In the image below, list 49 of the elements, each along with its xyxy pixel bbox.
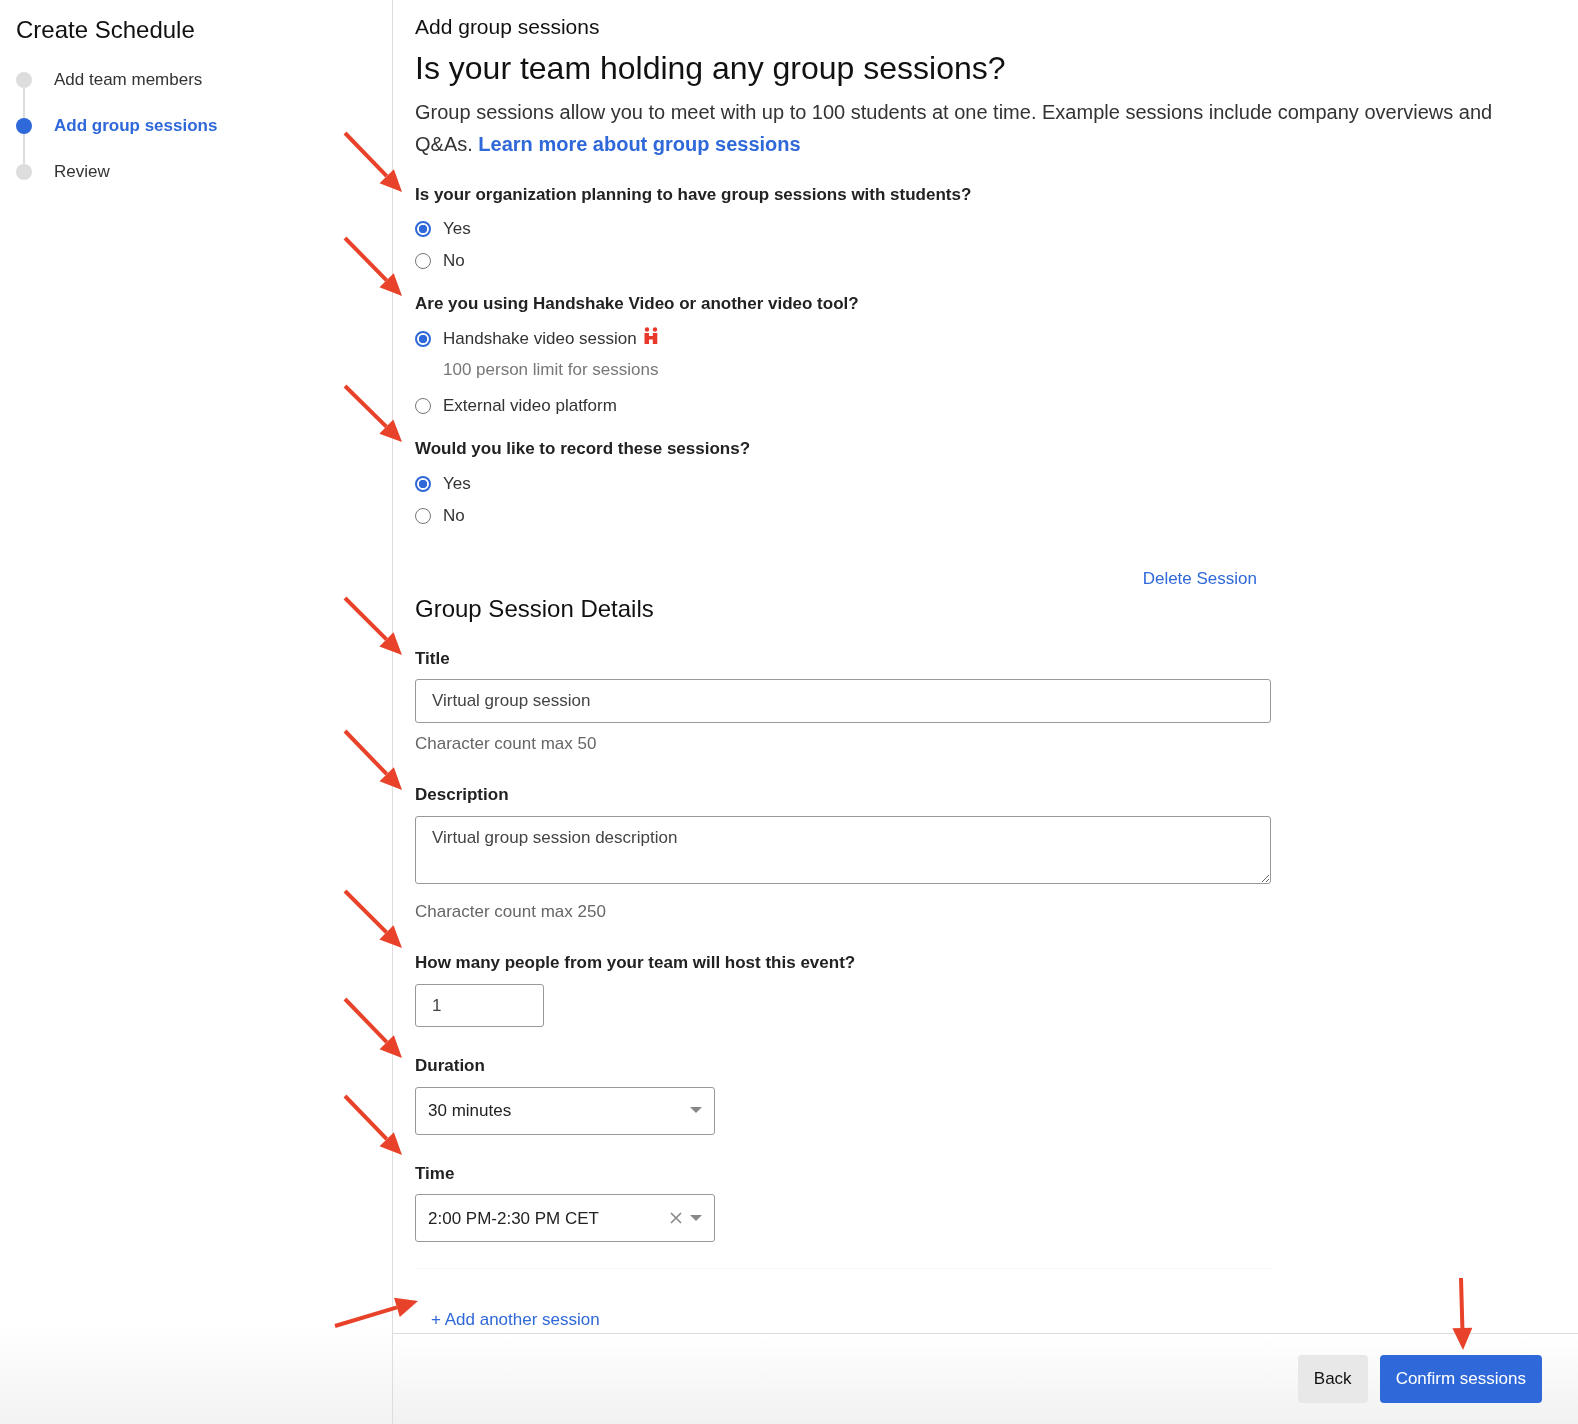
delete-session-link[interactable]: Delete Session bbox=[1142, 568, 1257, 588]
radio-label[interactable]: No bbox=[443, 502, 465, 529]
dropdown-select[interactable]: 30 minutes bbox=[415, 1086, 715, 1135]
textarea-field[interactable]: Virtual group session description bbox=[415, 815, 1271, 884]
annotation-arrow bbox=[343, 596, 402, 655]
question-label: Is your organization planning to have group sessions with students? bbox=[415, 183, 973, 206]
annotation-arrow bbox=[343, 889, 402, 948]
radio-label[interactable]: Yes bbox=[443, 216, 471, 242]
radio-label[interactable]: No bbox=[443, 248, 465, 274]
annotation-arrow bbox=[343, 384, 402, 442]
clear-icon[interactable] bbox=[670, 1212, 682, 1225]
back-button[interactable]: Back bbox=[1297, 1354, 1368, 1403]
help-text: Character count max 250 bbox=[415, 900, 607, 923]
annotation-arrow bbox=[343, 997, 402, 1058]
radio-button[interactable] bbox=[415, 475, 431, 492]
field-label: Description bbox=[415, 784, 510, 807]
radio-button[interactable] bbox=[415, 221, 431, 238]
annotation-arrow bbox=[343, 131, 402, 192]
annotation-arrow bbox=[343, 729, 402, 790]
number-field[interactable]: 1 bbox=[415, 983, 544, 1028]
caret-icon bbox=[690, 1214, 702, 1222]
step-item[interactable]: Add team members bbox=[54, 67, 203, 93]
question-label: Are you using Handshake Video or another video tool? bbox=[415, 293, 860, 316]
sidebar-title: Create Schedule bbox=[16, 16, 196, 45]
page-heading: Is your team holding any group sessions? bbox=[415, 49, 1007, 88]
dropdown-select[interactable]: 2:00 PM-2:30 PM CET bbox=[415, 1194, 715, 1243]
section-heading: Group Session Details bbox=[415, 595, 655, 624]
caret-icon bbox=[690, 1107, 702, 1115]
annotation-arrow bbox=[343, 236, 402, 296]
step-item[interactable]: Add group sessions bbox=[54, 113, 218, 139]
radio-label[interactable]: External video platform bbox=[443, 393, 617, 419]
field-label: How many people from your team will host this event? bbox=[415, 952, 857, 975]
learn-more-link[interactable]: Learn more about group sessions bbox=[478, 132, 801, 155]
section-label: Add group sessions bbox=[415, 14, 601, 40]
field-label: Time bbox=[415, 1162, 456, 1185]
field-label: Title bbox=[415, 647, 451, 670]
radio-label[interactable]: Yes bbox=[443, 470, 471, 497]
intro-paragraph: Group sessions allow you to meet with up to 100 students at one time. Example sessions include company overviews and Q&As. Learn more about group sessions bbox=[415, 99, 1494, 157]
confirm-button[interactable]: Confirm sessions bbox=[1379, 1354, 1542, 1403]
field-label: Duration bbox=[415, 1055, 486, 1078]
radio-button[interactable] bbox=[415, 330, 431, 347]
question-label: Would you like to record these sessions? bbox=[415, 438, 752, 461]
radio-label[interactable]: Handshake video session bbox=[443, 325, 637, 352]
text-field[interactable]: Virtual group session bbox=[415, 679, 1271, 723]
option-note: 100 person limit for sessions bbox=[443, 358, 660, 381]
step-item[interactable]: Review bbox=[54, 159, 110, 185]
add-session-link[interactable]: + Add another session bbox=[431, 1307, 600, 1333]
annotation-arrow bbox=[343, 1094, 402, 1155]
help-text: Character count max 50 bbox=[415, 732, 598, 755]
